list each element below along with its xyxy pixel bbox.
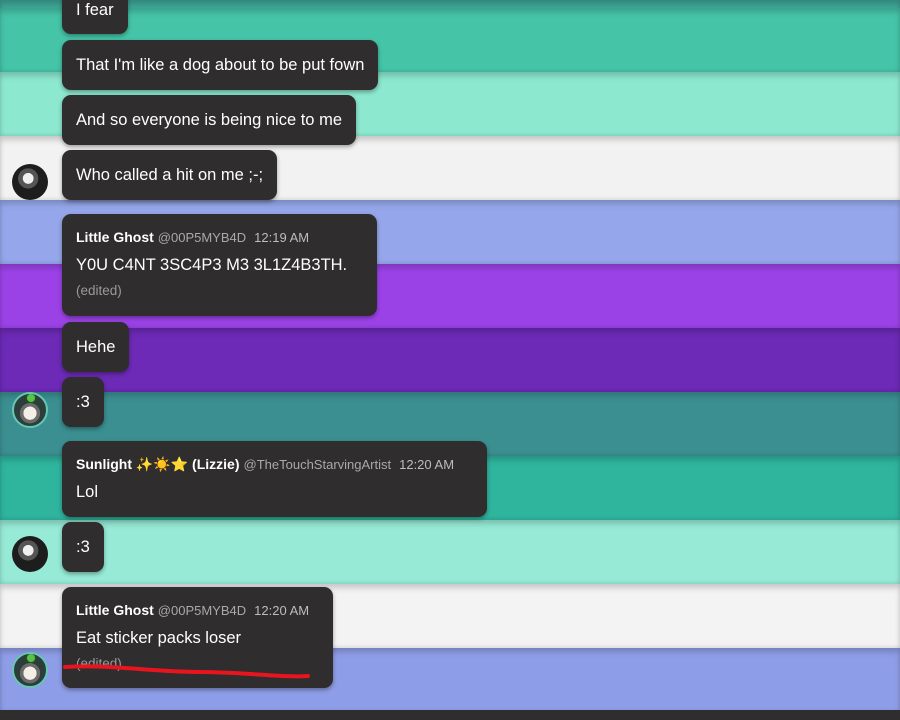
message-input-bar[interactable] [0, 710, 900, 720]
message-bubble[interactable]: Little Ghost @00P5MYB4D 12:20 AM Eat stick… [62, 587, 333, 688]
message-text: Who called a hit on me ;-; [76, 166, 264, 184]
message-bubble[interactable]: Hehe [62, 322, 130, 372]
author-name[interactable]: Little Ghost [76, 229, 154, 245]
author-handle: @TheTouchStarvingArtist [243, 457, 392, 472]
message-header: Little Ghost @00P5MYB4D 12:19 AM [76, 228, 363, 247]
message-text: And so everyone is being nice to me [76, 111, 342, 129]
message-bubble[interactable]: And so everyone is being nice to me [62, 95, 356, 145]
message-bubble[interactable]: I fear [62, 0, 128, 34]
status-badge-icon [26, 394, 36, 403]
chat-screen: I fear That I'm like a dog about to be p… [0, 0, 900, 720]
message-bubble[interactable]: Who called a hit on me ;-; [62, 150, 278, 200]
message-text: :3 [76, 538, 90, 556]
message-text: Eat sticker packs loser [76, 629, 242, 647]
message-text: Hehe [76, 338, 116, 356]
user-avatar-icon[interactable] [12, 652, 48, 688]
message-text: :3 [76, 393, 90, 411]
message-text: Lol [76, 483, 99, 501]
message-header: Sunlight ✨☀️⭐ (Lizzie) @TheTouchStarvingA… [76, 455, 473, 474]
background-stripe [0, 520, 900, 584]
author-handle: @00P5MYB4D [157, 603, 247, 618]
message-bubble[interactable]: That I'm like a dog about to be put fown [62, 40, 379, 90]
background-stripe [0, 328, 900, 392]
message-bubble[interactable]: :3 [62, 522, 104, 572]
user-avatar-icon[interactable] [12, 536, 48, 572]
message-bubble[interactable]: Little Ghost @00P5MYB4D 12:19 AM Y0U C4NT … [62, 214, 377, 316]
message-header: Little Ghost @00P5MYB4D 12:20 AM [76, 601, 319, 620]
user-avatar-icon[interactable] [12, 164, 48, 200]
message-timestamp: 12:19 AM [254, 230, 310, 245]
author-name[interactable]: Little Ghost [76, 602, 154, 618]
message-timestamp: 12:20 AM [399, 457, 455, 472]
user-avatar-icon[interactable] [12, 392, 48, 428]
message-text: That I'm like a dog about to be put fown [76, 56, 365, 74]
status-badge-icon [26, 654, 36, 663]
edited-label: (edited) [76, 283, 122, 298]
message-text: I fear [76, 1, 114, 19]
message-bubble[interactable]: Sunlight ✨☀️⭐ (Lizzie) @TheTouchStarvingA… [62, 441, 487, 517]
author-name[interactable]: Sunlight ✨☀️⭐ (Lizzie) [76, 456, 240, 472]
edited-label: (edited) [76, 656, 122, 671]
message-timestamp: 12:20 AM [254, 603, 310, 618]
author-handle: @00P5MYB4D [157, 230, 247, 245]
message-text: Y0U C4NT 3SC4P3 M3 3L1Z4B3TH. [76, 256, 348, 274]
message-bubble[interactable]: :3 [62, 377, 104, 427]
